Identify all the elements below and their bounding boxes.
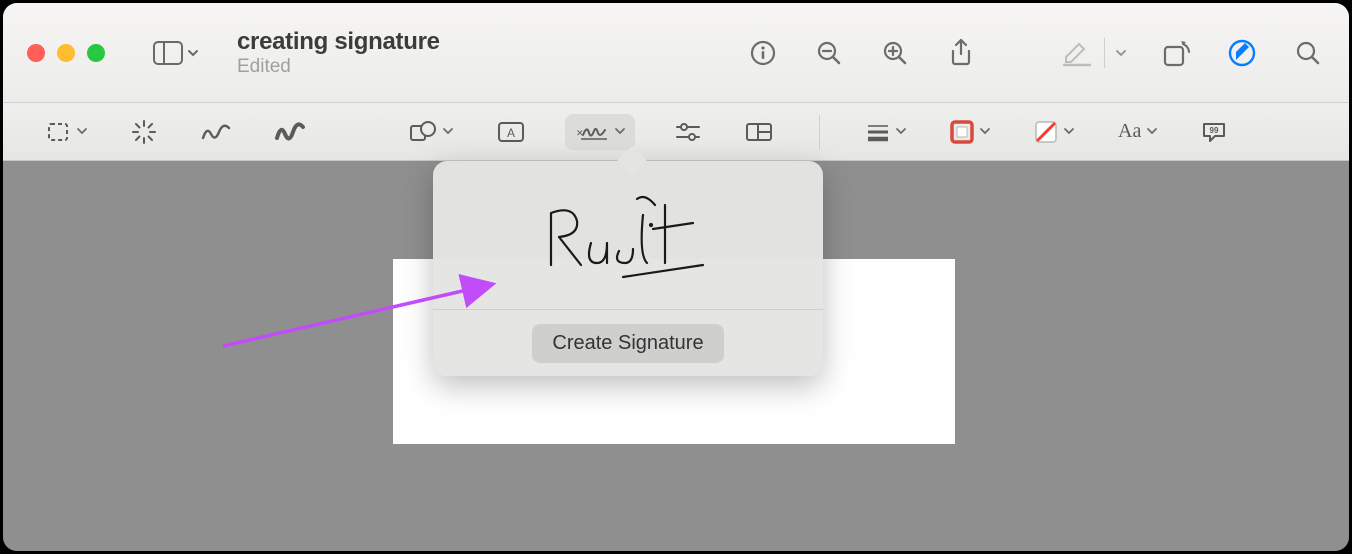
line-weight-icon [866,123,890,141]
info-button[interactable] [746,36,780,70]
svg-text:A: A [507,126,515,140]
document-title: creating signature [237,28,440,56]
document-title-block: creating signature Edited [237,28,440,78]
adjust-size-icon [745,122,773,142]
annotate-icon: 99 [1201,121,1227,143]
titlebar-actions [746,36,1325,70]
popover-footer: Create Signature [433,310,823,376]
line-weight-button[interactable] [862,114,910,150]
chevron-down-icon [77,125,87,139]
draw-button[interactable] [271,114,309,150]
divider [819,115,820,149]
svg-text:99: 99 [1210,126,1219,135]
chevron-down-icon [187,47,199,59]
rotate-button[interactable] [1159,36,1193,70]
minimize-window-button[interactable] [57,44,75,62]
svg-text:✕: ✕ [576,128,584,138]
instant-alpha-button[interactable] [127,114,161,150]
chevron-down-icon[interactable] [1115,47,1127,59]
zoom-in-button[interactable] [878,36,912,70]
chevron-down-icon [1147,125,1157,139]
divider [1104,38,1105,68]
signature-glyph [533,185,723,285]
search-icon [1294,39,1322,67]
draw-icon [275,122,305,142]
signature-icon: ✕ [575,121,609,143]
zoom-out-button[interactable] [812,36,846,70]
selection-tool-button[interactable] [43,114,91,150]
zoom-out-icon [815,39,843,67]
text-style-button[interactable]: Aa [1114,114,1161,150]
canvas-area[interactable]: Create Signature [3,161,1349,551]
titlebar: creating signature Edited [3,3,1349,103]
create-signature-button[interactable]: Create Signature [532,324,723,363]
app-window: creating signature Edited [3,3,1349,551]
sliders-icon [675,122,701,142]
fullscreen-window-button[interactable] [87,44,105,62]
chevron-down-icon [443,125,453,139]
sketch-icon [201,122,231,142]
window-controls [27,44,105,62]
chevron-down-icon [1064,125,1074,139]
text-box-icon: A [497,121,525,143]
sign-button[interactable]: ✕ [565,114,635,150]
highlight-button[interactable] [1060,36,1094,70]
sidebar-toggle-button[interactable] [147,37,205,69]
rotate-icon [1161,39,1191,67]
chevron-down-icon [896,125,906,139]
adjust-size-button[interactable] [741,114,777,150]
search-button[interactable] [1291,36,1325,70]
signature-popover: Create Signature [433,161,823,376]
info-icon [749,39,777,67]
text-box-button[interactable]: A [493,114,529,150]
highlight-icon [1062,40,1092,66]
markup-toolbar: A ✕ [3,103,1349,161]
selection-icon [47,121,71,143]
annotate-button[interactable]: 99 [1197,114,1231,150]
text-style-label: Aa [1118,120,1141,143]
border-color-icon [950,120,974,144]
chevron-down-icon [615,125,625,139]
sidebar-icon [153,41,183,65]
chevron-down-icon [980,125,990,139]
shapes-button[interactable] [405,114,457,150]
fill-color-icon [1034,120,1058,144]
fill-color-button[interactable] [1030,114,1078,150]
share-icon [948,38,974,68]
close-window-button[interactable] [27,44,45,62]
markup-icon [1227,38,1257,68]
share-button[interactable] [944,36,978,70]
signature-preview[interactable] [433,161,823,310]
markup-button[interactable] [1225,36,1259,70]
sketch-button[interactable] [197,114,235,150]
instant-alpha-icon [131,119,157,145]
zoom-in-icon [881,39,909,67]
document-status: Edited [237,56,440,78]
adjust-color-button[interactable] [671,114,705,150]
shapes-icon [409,120,437,144]
border-color-button[interactable] [946,114,994,150]
